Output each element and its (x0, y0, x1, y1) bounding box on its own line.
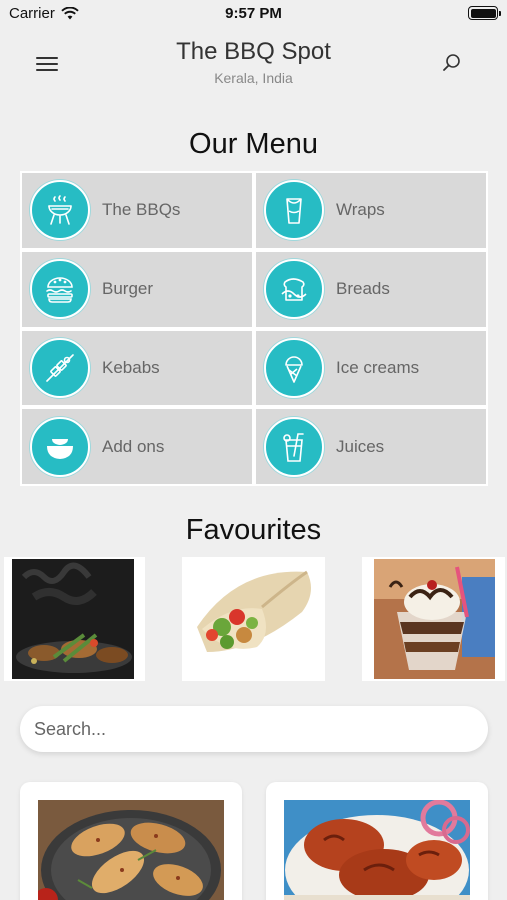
menu-item-label: Ice creams (336, 357, 420, 377)
favourites-section-title: Favourites (185, 514, 322, 546)
grill-icon (30, 180, 90, 241)
status-bar: Carrier 9:57 PM (0, 0, 507, 28)
menu-item-ice-creams[interactable]: Ice creams (256, 330, 486, 406)
menu-item-wraps[interactable]: Wraps (256, 173, 486, 248)
burger-icon (30, 259, 90, 320)
grilled-chicken-photo (4, 557, 145, 681)
menu-item-label: Burger (102, 279, 154, 299)
menu-item-add-ons[interactable]: Add ons (22, 409, 252, 484)
location-subtitle: Kerala, India (214, 70, 293, 86)
menu-section-title: Our Menu (189, 128, 318, 160)
battery-icon (468, 6, 501, 20)
ice-cream-icon (264, 337, 324, 398)
menu-item-breads[interactable]: Breads (256, 251, 486, 327)
favourites-carousel[interactable] (0, 557, 507, 682)
favourite-item-sundae[interactable] (362, 557, 505, 681)
bread-icon (264, 259, 324, 320)
menu-item-label: Juices (336, 436, 385, 456)
menu-item-label: Add ons (102, 436, 165, 456)
menu-item-kebabs[interactable]: Kebabs (22, 330, 252, 406)
favourite-item-wrap[interactable] (182, 557, 325, 681)
tandoori-chicken-photo (284, 800, 470, 900)
nav-header: The BBQ Spot Kerala, India (0, 28, 507, 98)
favourite-item-grilled-chicken[interactable] (4, 557, 145, 681)
menu-grid: The BBQs Wraps Burger Breads Kebabs Ice … (20, 171, 488, 486)
dish-card-chicken-drumsticks[interactable] (20, 782, 242, 900)
menu-item-label: Wraps (336, 200, 385, 220)
menu-item-juices[interactable]: Juices (256, 409, 486, 484)
status-time: 9:57 PM (225, 5, 282, 22)
bowl-icon (30, 416, 90, 477)
wrap-photo (182, 557, 325, 681)
search-icon[interactable] (441, 52, 463, 74)
menu-item-label: The BBQs (102, 200, 181, 220)
sundae-photo (362, 557, 505, 681)
menu-item-bbqs[interactable]: The BBQs (22, 173, 252, 248)
chicken-drumsticks-photo (38, 800, 224, 900)
wrap-icon (264, 180, 324, 241)
menu-item-label: Breads (336, 279, 390, 299)
menu-item-burger[interactable]: Burger (22, 251, 252, 327)
kebab-icon (30, 337, 90, 398)
dish-card-tandoori-chicken[interactable] (266, 782, 488, 900)
menu-item-label: Kebabs (102, 357, 160, 377)
page-title: The BBQ Spot (176, 38, 331, 65)
juice-icon (264, 416, 324, 477)
search-input[interactable] (20, 706, 488, 752)
